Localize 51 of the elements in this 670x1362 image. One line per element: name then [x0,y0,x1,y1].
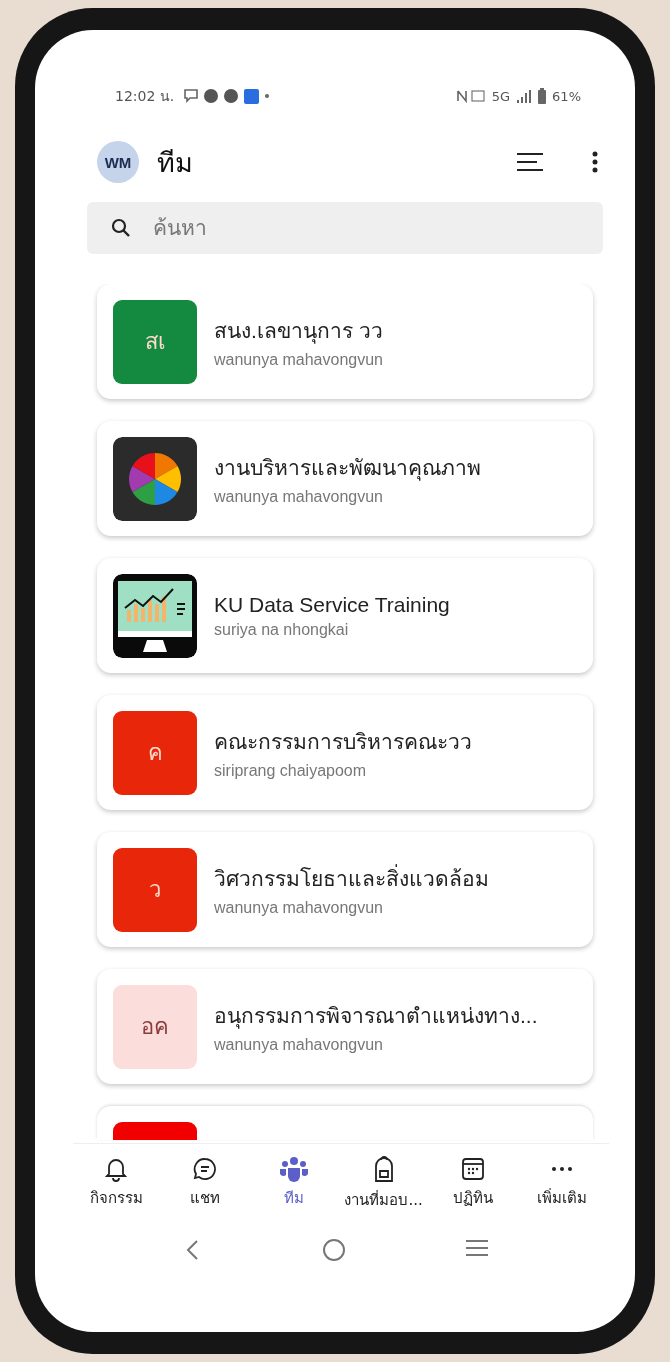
more-options-icon[interactable] [591,150,599,174]
team-name: งานบริหารและพัฒนาคุณภาพ [214,455,481,483]
team-name: อนุกรรมการพิจารณาตำแหน่งทาง... [214,1003,538,1031]
nav-tab[interactable]: กิจกรรม [73,1156,159,1228]
people-icon [279,1156,310,1182]
team-card[interactable]: ว วิศวกรรมโยธาและสิ่งแวดล้อม wanunya mahavongvun [97,832,593,947]
nav-tab[interactable]: เพิ่มเติม [518,1156,605,1228]
nav-tab[interactable]: ทีม [251,1156,338,1228]
team-name: คณะกรรมการบริหารคณะวว [214,729,472,755]
team-owner: wanunya mahavongvun [214,1036,384,1054]
home-icon[interactable] [322,1238,346,1262]
recent-apps-icon[interactable] [465,1238,490,1258]
signal-icon [516,89,533,103]
battery-percent: 61% [552,88,581,104]
more-notifications-icon [265,94,270,98]
team-tile: ว [113,847,197,932]
calendar-icon [459,1156,486,1182]
team-card[interactable] [97,1106,593,1140]
team-card[interactable]: งานบริหารและพัฒนาคุณภาพ wanunya mahavongvun [97,421,593,536]
team-tile: อค [113,984,197,1069]
team-tile: สเ [113,299,197,384]
battery-icon [538,88,547,104]
user-avatar[interactable]: WM [97,141,139,183]
chat-icon [192,1156,219,1182]
team-card[interactable]: อค อนุกรรมการพิจารณาตำแหน่งทาง... wanunya mahavongvun [97,969,593,1084]
team-name: สนง.เลขานุการ วว [214,318,383,346]
nfc-lte-icon [455,88,486,104]
chat-notification-icon [184,89,199,103]
status-time: 12:02 น. [115,87,175,106]
app-notification-icon [244,88,260,104]
team-owner: suriya na nhongkai [214,620,350,639]
team-card[interactable]: KU Data Service Training suriya na nhongkai [97,558,593,673]
filter-list-icon[interactable] [515,151,545,173]
team-name: KU Data Service Training [214,592,450,617]
network-label: 5G [491,88,511,104]
nav-tab[interactable]: ปฏิทิน [429,1156,516,1228]
more-icon [551,1167,572,1171]
nav-tab[interactable]: งานที่มอบ... [340,1156,427,1228]
team-owner: wanunya mahavongvun [214,899,384,917]
bell-icon [103,1156,129,1182]
search-icon [111,218,131,238]
team-owner: wanunya mahavongvun [214,351,383,369]
team-card[interactable]: ค คณะกรรมการบริหารคณะวว siriprang chaiyapoom [97,695,593,810]
team-card[interactable]: สเ สนง.เลขานุการ วว wanunya mahavongvun [97,284,593,399]
team-owner: siriprang chaiyapoom [214,762,368,780]
team-name: วิศวกรรมโยธาและสิ่งแวดล้อม [214,862,489,895]
search-field[interactable]: ค้นหา [87,202,603,254]
team-owner: wanunya mahavongvun [214,488,384,506]
nav-tab[interactable]: แชท [162,1156,249,1228]
page-title: ทีม [157,145,193,180]
team-tile: ค [113,710,197,795]
